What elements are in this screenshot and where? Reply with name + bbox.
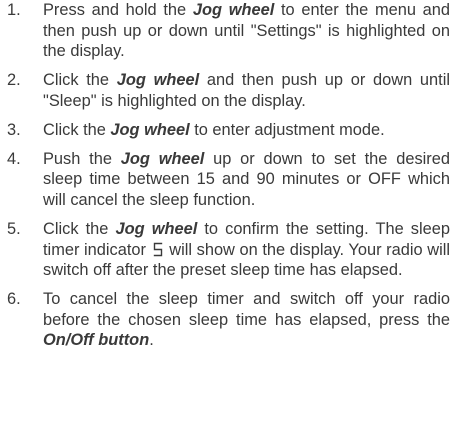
instruction-step-6: 6. To cancel the sleep timer and switch o…: [0, 289, 460, 351]
step-text: Click the: [43, 71, 117, 90]
on-off-button-label: On/Off button: [43, 331, 150, 350]
step-number: 4.: [7, 149, 21, 168]
jog-wheel-label: Jog wheel: [115, 219, 198, 238]
step-text: To cancel the sleep timer and switch off…: [43, 290, 450, 329]
jog-wheel-label: Jog wheel: [116, 71, 200, 90]
instruction-step-1: 1. Press and hold the Jog wheel to enter …: [0, 0, 460, 62]
step-text: Press and hold the: [43, 1, 193, 19]
step-number: 2.: [7, 71, 21, 90]
step-text: Click the: [43, 219, 116, 238]
step-number: 1.: [7, 1, 21, 19]
step-text: Push the: [43, 149, 121, 168]
instruction-list: 1. Press and hold the Jog wheel to enter …: [0, 0, 460, 359]
jog-wheel-label: Jog wheel: [192, 1, 275, 19]
step-text: to enter adjustment mode.: [189, 120, 385, 139]
jog-wheel-label: Jog wheel: [110, 120, 190, 139]
instruction-step-5: 5. Click the Jog wheel to confirm the set…: [0, 219, 460, 281]
jog-wheel-label: Jog wheel: [120, 149, 205, 168]
step-text: Click the: [43, 120, 111, 139]
step-number: 3.: [7, 120, 21, 139]
step-number: 6.: [7, 290, 21, 309]
step-number: 5.: [7, 219, 21, 238]
instruction-step-4: 4. Push the Jog wheel up or down to set t…: [0, 149, 460, 211]
instruction-step-2: 2. Click the Jog wheel and then push up o…: [0, 70, 460, 111]
instruction-step-3: 3. Click the Jog wheel to enter adjustmen…: [0, 120, 460, 141]
sleep-timer-indicator-icon: [153, 242, 162, 256]
step-text: .: [149, 331, 154, 350]
